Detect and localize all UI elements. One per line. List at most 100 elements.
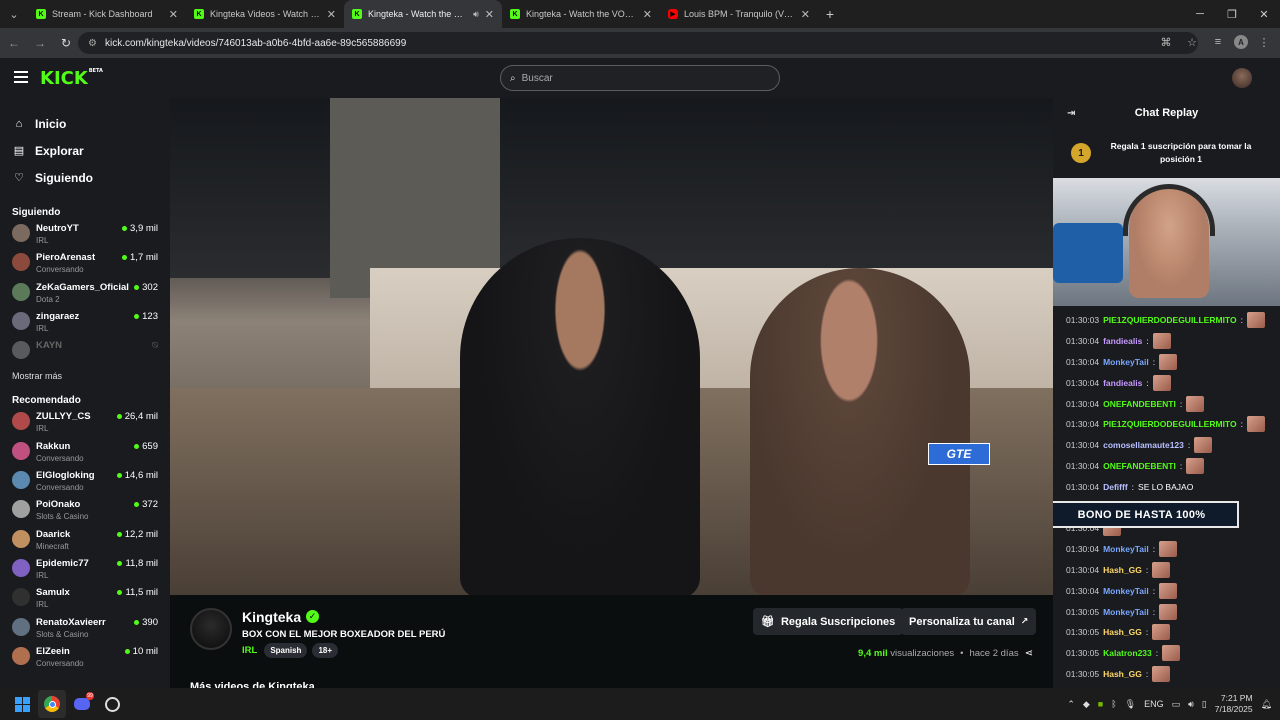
chat-username[interactable]: MonkeyTail [1103, 586, 1149, 596]
chat-username[interactable]: Kalatron233 [1103, 648, 1152, 658]
chat-emote-icon [1152, 561, 1171, 578]
sidebar-channel[interactable]: ZULLYY_CS IRL 26,4 mil [0, 409, 170, 438]
channel-name: zingaraez [36, 310, 80, 322]
tray-app-icon[interactable]: ◆ [1083, 699, 1090, 710]
nav-label: Siguiendo [35, 170, 93, 185]
chat-username[interactable]: PIE1ZQUIERDODEGUILLERMITO [1103, 315, 1237, 325]
windows-logo-icon [14, 696, 30, 712]
new-tab-button[interactable]: + [818, 6, 842, 22]
tray-clock[interactable]: 7:21 PM 7/18/2025 [1215, 693, 1253, 715]
sidebar-channel[interactable]: KAYN ⍉ [0, 338, 170, 367]
taskbar-chrome[interactable] [38, 690, 66, 718]
forward-icon[interactable]: → [28, 31, 52, 55]
tray-bluetooth-icon[interactable]: ᛒ [1111, 699, 1116, 709]
language-tag[interactable]: Spanish [264, 643, 308, 658]
customize-channel-button[interactable]: Personaliza tu canal ↗ [901, 608, 1037, 635]
channel-avatar[interactable] [190, 608, 232, 650]
channel-avatar [12, 412, 30, 431]
browser-tab[interactable]: K Kingteka Videos - Watch On-De ✕ [186, 0, 344, 28]
browser-tab[interactable]: ▶ Louis BPM - Tranquilo (Video O ✕ [660, 0, 818, 28]
taskbar-discord[interactable]: 99 [68, 690, 96, 718]
channel-name[interactable]: Kingteka [242, 609, 301, 625]
sidebar-channel[interactable]: ElZeein Conversando 10 mil [0, 644, 170, 673]
browser-tab[interactable]: K Kingteka - Watch the VOD on K ✕ [502, 0, 660, 28]
chat-username[interactable]: Hash_GG [1103, 669, 1142, 679]
chat-username[interactable]: PIE1ZQUIERDODEGUILLERMITO [1103, 419, 1237, 429]
tray-mic-icon[interactable]: 🎙︎ [1125, 699, 1136, 710]
sidebar-channel[interactable]: Epidemic77 IRL 11,8 mil [0, 556, 170, 585]
sidebar-channel[interactable]: zingaraez IRL 123 [0, 309, 170, 338]
sidebar-channel[interactable]: Daarick Minecraft 12,2 mil [0, 527, 170, 556]
live-dot-icon [134, 443, 140, 449]
restore-icon[interactable]: ❐ [1216, 0, 1248, 28]
url-field[interactable]: ⚙ kick.com/kingteka/videos/746013ab-a0b6… [78, 32, 1198, 54]
tray-nvidia-icon[interactable]: ■ [1098, 699, 1103, 709]
tray-lang[interactable]: ENG [1144, 699, 1164, 709]
nav-item-explorar[interactable]: ▤ Explorar [0, 137, 170, 164]
tray-battery-icon[interactable]: ▯ [1202, 699, 1207, 710]
reload-icon[interactable]: ↻ [54, 31, 78, 55]
category-link[interactable]: IRL [242, 645, 257, 656]
sidebar-channel[interactable]: ElGlogloking Conversando 14,6 mil [0, 468, 170, 497]
chat-username[interactable]: ONEFANDEBENTI [1103, 461, 1176, 471]
chat-username[interactable]: fandiealis [1103, 336, 1142, 346]
search-input[interactable]: ⌕ Buscar [500, 65, 780, 91]
collapse-chat-icon[interactable]: ⇥ [1067, 108, 1075, 119]
back-icon[interactable]: ← [2, 31, 26, 55]
chat-username[interactable]: Hash_GG [1103, 565, 1142, 575]
chat-username[interactable]: ONEFANDEBENTI [1103, 399, 1176, 409]
gift-leaderboard-banner[interactable]: 1 Regala 1 suscripción para tomar la pos… [1053, 128, 1280, 178]
close-tab-icon[interactable]: ✕ [485, 8, 494, 21]
tab-search-icon[interactable]: ⌄ [0, 0, 28, 28]
user-avatar[interactable] [1232, 68, 1252, 88]
chat-username[interactable]: MonkeyTail [1103, 544, 1149, 554]
bookmark-star-icon[interactable]: ☆ [1182, 32, 1202, 52]
sidebar-channel[interactable]: ZeKaGamers_Oficial Dota 2 302 [0, 280, 170, 309]
live-dot-icon [134, 284, 140, 290]
nav-item-inicio[interactable]: ⌂ Inicio [0, 110, 170, 137]
chat-username[interactable]: MonkeyTail [1103, 607, 1149, 617]
start-button[interactable] [8, 690, 36, 718]
sidebar-channel[interactable]: NeutroYT IRL 3,9 mil [0, 221, 170, 250]
browser-tab[interactable]: K Kingteka - Watch the VOD o 🔊︎ ✕ [344, 0, 502, 28]
site-info-icon[interactable]: ⚙ [88, 38, 97, 49]
profile-avatar-icon[interactable]: A [1234, 35, 1248, 49]
browser-tab[interactable]: K Stream - Kick Dashboard ✕ [28, 0, 186, 28]
show-more-link[interactable]: Mostrar más [0, 371, 170, 389]
minimize-icon[interactable]: ─ [1184, 0, 1216, 28]
chat-username[interactable]: Defifff [1103, 482, 1128, 492]
media-controls-icon[interactable]: ≡ [1208, 32, 1228, 52]
close-window-icon[interactable]: ✕ [1248, 0, 1280, 28]
tray-chevron-icon[interactable]: ⌃ [1067, 699, 1075, 710]
sidebar-channel[interactable]: Samulx IRL 11,5 mil [0, 585, 170, 614]
menu-icon[interactable] [14, 71, 28, 83]
close-tab-icon[interactable]: ✕ [169, 8, 178, 21]
browser-menu-icon[interactable]: ⋮ [1254, 32, 1274, 52]
gift-subs-button[interactable]: 🎁︎ Regala Suscripciones [753, 608, 904, 635]
chat-username[interactable]: fandiealis [1103, 378, 1142, 388]
chat-username[interactable]: Hash_GG [1103, 627, 1142, 637]
sidebar-channel[interactable]: PieroArenast Conversando 1,7 mil [0, 250, 170, 279]
tray-network-icon[interactable]: ▭ [1172, 699, 1181, 710]
share-icon[interactable]: ⋖ [1025, 648, 1033, 659]
chat-username[interactable]: MonkeyTail [1103, 357, 1149, 367]
sidebar-channel[interactable]: Rakkun Conversando 659 [0, 439, 170, 468]
video-player[interactable]: GTE [170, 98, 1053, 595]
tab-audio-icon[interactable]: 🔊︎ [473, 9, 479, 20]
close-tab-icon[interactable]: ✕ [327, 8, 336, 21]
close-tab-icon[interactable]: ✕ [801, 8, 810, 21]
translate-icon[interactable]: ⌘ [1156, 32, 1176, 52]
rank-medal-icon: 1 [1071, 143, 1091, 163]
chat-colon: : [1146, 336, 1149, 347]
kick-logo[interactable]: KICKBETA [40, 68, 103, 89]
tray-volume-icon[interactable]: 🔊︎ [1188, 699, 1194, 710]
chat-username[interactable]: comosellamaute123 [1103, 440, 1184, 450]
close-tab-icon[interactable]: ✕ [643, 8, 652, 21]
nav-item-siguiendo[interactable]: ♡ Siguiendo [0, 164, 170, 191]
sidebar-channel[interactable]: PoiOnako Slots & Casino 372 [0, 497, 170, 526]
sidebar-channel[interactable]: RenatoXavieerr Slots & Casino 390 [0, 615, 170, 644]
chat-colon: : [1240, 315, 1243, 326]
chat-message: 01:30:05 Hash_GG: [1053, 622, 1280, 643]
notifications-icon[interactable]: 🔔︎ [1261, 699, 1272, 710]
taskbar-obs[interactable] [98, 690, 126, 718]
